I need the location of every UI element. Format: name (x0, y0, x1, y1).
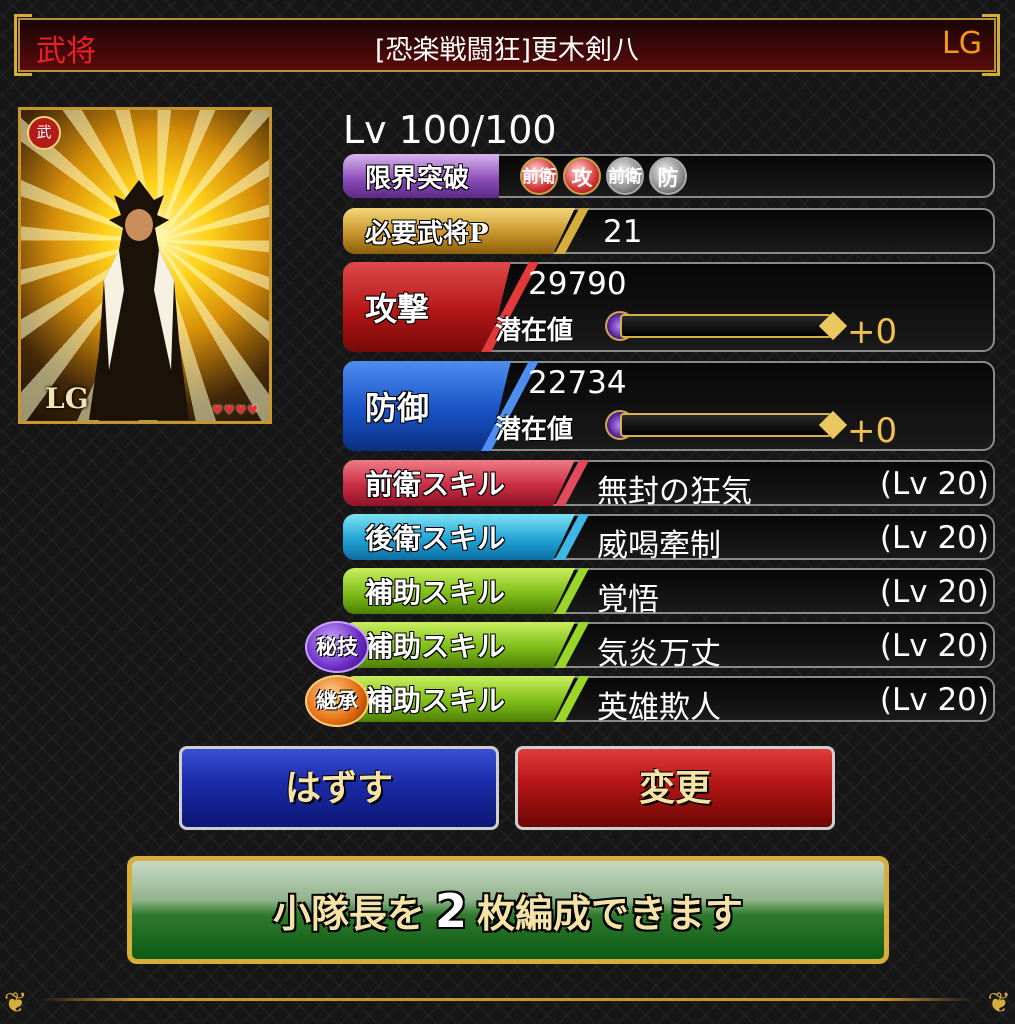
unit-name: [恐楽戦闘狂]更木剣八 (374, 35, 640, 66)
skill-name-front: 無封の狂気 (597, 474, 752, 510)
banner-count: 2 (434, 884, 467, 938)
limit-break-medal-3: 前衛 (606, 157, 644, 195)
footer-ornament-left-icon: ❦ (4, 986, 28, 1019)
skill-level-front: (Lv 20) (879, 466, 989, 502)
title-bar: 武将 [恐楽戦闘狂]更木剣八 LG (14, 14, 1000, 76)
defense-potential-value: +0 (847, 411, 898, 451)
skill-label-support-1: 補助スキル (343, 568, 575, 614)
skill-label-support-2: 補助スキル (343, 622, 575, 668)
required-points-label: 必要武将P (343, 208, 575, 254)
limit-break-medal-1: 前衛 (520, 157, 558, 195)
skill-level-support-2: (Lv 20) (879, 628, 989, 664)
banner-text: 小隊長を 2 枚編成できます (132, 883, 884, 938)
skill-level-support-3: (Lv 20) (879, 682, 989, 718)
banner-prefix: 小隊長を (272, 891, 425, 936)
footer-ornament-right-icon: ❦ (987, 986, 1011, 1019)
skill-label-back: 後衛スキル (343, 514, 575, 560)
footer-divider (40, 998, 975, 1001)
secret-skill-badge: 秘技 (305, 621, 369, 673)
skill-name-back: 威喝牽制 (597, 528, 721, 564)
limit-break-row: 限界突破 前衛 攻 前衛 防 (343, 154, 995, 198)
defense-potential-label: 潜在値 (495, 415, 574, 445)
limit-break-label: 限界突破 (343, 154, 499, 198)
attack-value: 29790 (528, 266, 627, 302)
limit-break-medal-2: 攻 (563, 157, 601, 195)
skill-label-support-3: 補助スキル (343, 676, 575, 722)
character-silhouette-icon (89, 180, 189, 420)
skill-row-back[interactable]: 後衛スキル 威喝牽制 (Lv 20) (343, 514, 995, 564)
attack-potential-bar (620, 314, 832, 338)
level-text: Lv 100/100 (343, 108, 557, 152)
limit-break-medal-4: 防 (649, 157, 687, 195)
attack-label: 攻撃 (343, 262, 511, 352)
change-button[interactable]: 変更 (515, 746, 835, 830)
required-points-row: 必要武将P 21 (343, 208, 995, 254)
skill-label-front: 前衛スキル (343, 460, 575, 506)
required-points-value: 21 (603, 214, 643, 250)
attack-potential-label: 潜在値 (495, 316, 574, 346)
defense-value: 22734 (528, 365, 627, 401)
skill-level-support-1: (Lv 20) (879, 574, 989, 610)
skill-row-support-3[interactable]: 補助スキル 英雄欺人 (Lv 20) (343, 676, 995, 726)
card-hearts: ♥♥♥♥ (211, 403, 259, 417)
defense-label: 防御 (343, 361, 511, 451)
defense-potential-bar (620, 413, 832, 437)
skill-name-support-1: 覚悟 (597, 582, 659, 618)
defense-row: 防御 22734 潜在値 +0 (343, 361, 995, 451)
attack-row: 攻撃 29790 潜在値 +0 (343, 262, 995, 352)
attribute-badge: 武 (27, 116, 61, 150)
attack-potential-value: +0 (847, 312, 898, 352)
skill-row-support-2[interactable]: 補助スキル 気炎万丈 (Lv 20) (343, 622, 995, 672)
card-rarity-text: LG (45, 382, 89, 415)
inherited-skill-badge: 継承 (305, 675, 369, 727)
rarity-label: LG (942, 26, 982, 61)
remove-button[interactable]: はずす (179, 746, 499, 830)
squad-leader-banner[interactable]: 小隊長を 2 枚編成できます (127, 856, 889, 964)
skill-row-front[interactable]: 前衛スキル 無封の狂気 (Lv 20) (343, 460, 995, 510)
character-card-image[interactable]: 武 LG ♥♥♥♥ (18, 107, 272, 424)
banner-suffix: 枚編成できます (477, 891, 744, 936)
skill-row-support-1[interactable]: 補助スキル 覚悟 (Lv 20) (343, 568, 995, 618)
skill-level-back: (Lv 20) (879, 520, 989, 556)
skill-name-support-2: 気炎万丈 (597, 636, 721, 672)
skill-name-support-3: 英雄欺人 (597, 690, 721, 726)
